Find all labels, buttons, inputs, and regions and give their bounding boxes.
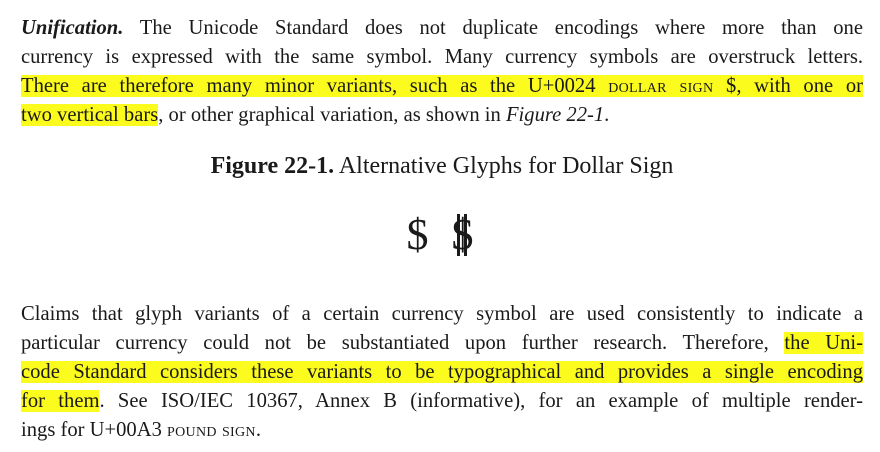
text-run: ings for U+00A3 — [21, 419, 168, 441]
paragraph-unification: Unification. The Unicode Standard does n… — [21, 14, 863, 130]
text-run: There are therefore many minor variants,… — [21, 75, 609, 97]
text-run: . — [604, 104, 610, 126]
text-line: for them. See ISO/IEC 10367, Annex B (in… — [21, 387, 863, 416]
text-run: . See ISO/IEC 10367, Annex B (informativ… — [99, 390, 863, 412]
figure-title: Alternative Glyphs for Dollar Sign — [338, 153, 674, 179]
text-run: particular currency could not be substan… — [21, 332, 785, 354]
text-line: particular currency could not be substan… — [21, 329, 863, 358]
highlight: two vertical bars — [21, 104, 159, 126]
text-line: currency is expressed with the same symb… — [21, 43, 863, 72]
text-run: . — [255, 419, 261, 441]
highlight: the Uni- — [784, 332, 863, 354]
small-caps-name: dollar sign — [608, 76, 714, 97]
figure-caption: Figure 22-1. Alternative Glyphs for Doll… — [21, 151, 863, 181]
paragraph-claims: Claims that glyph variants of a certain … — [21, 300, 863, 445]
text-run: Claims that glyph variants of a certain … — [21, 303, 863, 325]
dollar-glyph-two-bar: $ — [448, 210, 478, 260]
figure-reference: Figure 22-1 — [505, 104, 605, 126]
highlight: for them — [21, 390, 100, 412]
text-run: The Unicode Standard does not duplicate … — [123, 17, 863, 39]
dollar-glyph-base: $ — [451, 210, 474, 259]
text-run: currency is expressed with the same symb… — [21, 46, 863, 68]
text-line: ings for U+00A3 pound sign. — [21, 416, 863, 445]
text-line: Claims that glyph variants of a certain … — [21, 300, 863, 329]
text-run: $, with one or — [713, 75, 863, 97]
second-vertical-bar — [456, 214, 460, 256]
figure-number: Figure 22-1. — [210, 153, 335, 179]
text-line: two vertical bars, or other graphical va… — [21, 101, 863, 130]
text-line: There are therefore many minor variants,… — [21, 72, 863, 101]
dollar-glyph-one-bar: $ — [406, 210, 429, 259]
small-caps-name: pound sign — [167, 420, 256, 441]
figure-glyphs: $ $ — [21, 210, 863, 260]
run-in-heading: Unification. — [21, 17, 124, 39]
highlight: There are therefore many minor variants,… — [21, 75, 863, 97]
second-vertical-bar — [463, 214, 467, 256]
document-page: Unification. The Unicode Standard does n… — [21, 14, 863, 441]
text-line: Unification. The Unicode Standard does n… — [21, 14, 863, 43]
text-line: code Standard considers these variants t… — [21, 358, 863, 387]
highlight: code Standard considers these variants t… — [21, 361, 863, 383]
text-run: , or other graphical variation, as shown… — [158, 104, 506, 126]
